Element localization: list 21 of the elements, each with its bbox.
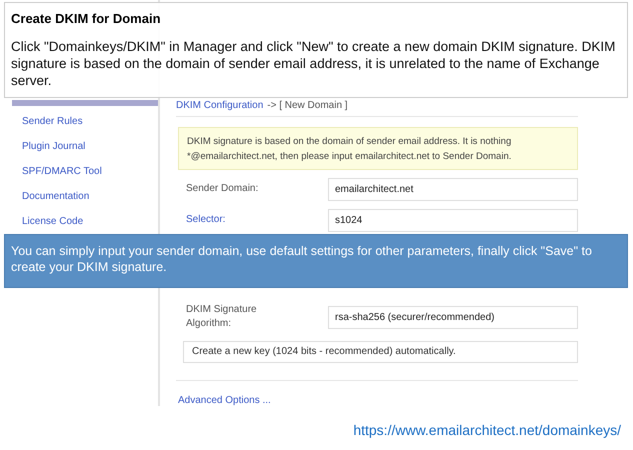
callout-text: You can simply input your sender domain, use default settings for other parameters, finally click "Save" to create your DKIM signature. xyxy=(11,243,593,275)
field-label[interactable]: Selector: xyxy=(186,213,296,228)
callout-title: Create DKIM for Domain xyxy=(11,11,162,26)
callout-text: Click "Domainkeys/DKIM" in Manager and click "New" to create a new domain DKIM signature. DKIM signature is based on the domain of sender email address, it is unrelated to the name of Exchange server. xyxy=(11,38,616,89)
sidebar-link[interactable]: Plugin Journal xyxy=(22,139,86,154)
field-label: Sender Domain: xyxy=(186,182,260,196)
advanced-options-link[interactable]: Advanced Options ... xyxy=(178,395,578,406)
field-label: DKIM Signature Algorithm: xyxy=(186,303,258,331)
breadcrumb-current: -> [ New Domain ] xyxy=(267,100,348,111)
breadcrumb-link[interactable]: DKIM Configuration xyxy=(176,100,264,111)
url-link[interactable]: https://www.emailarchitect.net/domainkeys/ xyxy=(353,422,621,438)
sidebar-link[interactable]: Sender Rules xyxy=(22,114,83,129)
sidebar-link[interactable]: License Code xyxy=(22,214,84,229)
key-option-box[interactable]: Create a new key (1024 bits - recommended) automatically. xyxy=(183,341,578,363)
select-field[interactable]: rsa-sha256 (securer/recommended) xyxy=(328,306,578,328)
sidebar-link[interactable]: SPF/DMARC Tool xyxy=(22,164,102,179)
sidebar-link[interactable]: Documentation xyxy=(22,189,90,204)
notice-text: *@emailarchitect.net, then please input emailarchitect.net to Sender Domain. xyxy=(187,150,512,164)
input-field[interactable]: emailarchitect.net xyxy=(328,178,578,201)
input-field[interactable]: s1024 xyxy=(328,208,578,232)
notice-text: DKIM signature is based on the domain of sender email address. It is nothing xyxy=(187,135,512,149)
